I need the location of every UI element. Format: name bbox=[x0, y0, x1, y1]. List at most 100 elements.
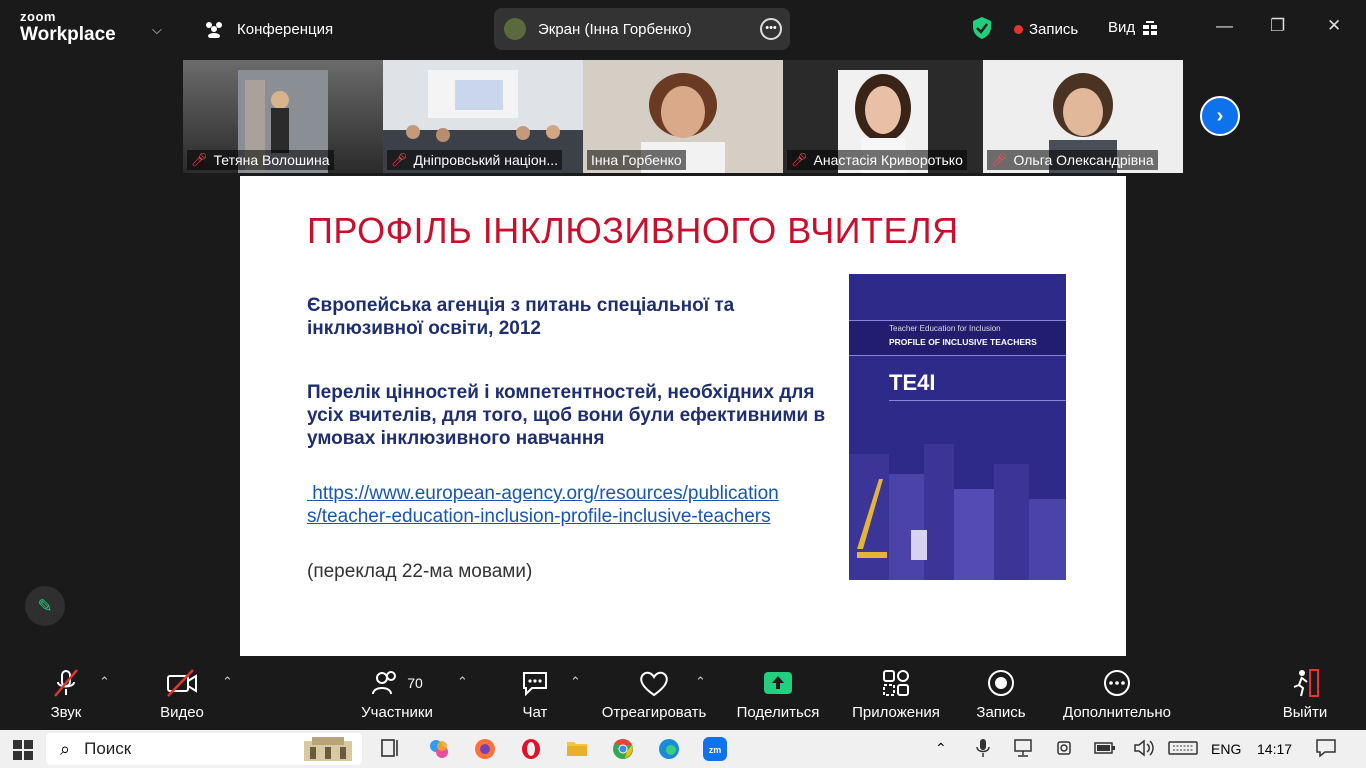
participants-options-chevron-icon[interactable]: ⌃ bbox=[457, 674, 468, 690]
firefox-icon[interactable] bbox=[474, 738, 496, 765]
record-icon bbox=[972, 666, 1030, 700]
leave-icon bbox=[1280, 666, 1330, 700]
slide-link-text[interactable]: https://www.european-agency.org/resource… bbox=[307, 483, 779, 527]
conference-info-button[interactable]: Конференция bbox=[203, 20, 333, 38]
participant-name: Тетяна Волошина bbox=[213, 152, 330, 168]
record-label: Запись bbox=[1029, 21, 1079, 38]
svg-text:zm: zm bbox=[709, 745, 722, 755]
leave-button[interactable]: Выйти bbox=[1280, 666, 1330, 721]
video-off-icon bbox=[152, 666, 212, 700]
participants-button[interactable]: 70 Участники bbox=[357, 666, 437, 721]
video-options-chevron-icon[interactable]: ⌃ bbox=[222, 674, 233, 690]
slide-paragraph-competences: Перелік цінностей і компетентностей, нео… bbox=[307, 382, 826, 449]
close-icon[interactable]: ✕ bbox=[1327, 16, 1341, 36]
language-indicator[interactable]: ENG bbox=[1211, 741, 1241, 757]
participant-name-tag: Інна Горбенко bbox=[587, 150, 686, 170]
react-options-chevron-icon[interactable]: ⌃ bbox=[695, 674, 706, 690]
battery-tray-icon[interactable] bbox=[1094, 738, 1116, 763]
participant-tile[interactable]: 🎤︎ Анастасія Криворотько bbox=[783, 60, 983, 173]
video-button[interactable]: Видео bbox=[152, 666, 212, 721]
muted-mic-icon: 🎤︎ bbox=[191, 152, 208, 167]
cover-graphic bbox=[849, 444, 1066, 580]
notifications-icon[interactable] bbox=[1315, 738, 1337, 763]
participant-tile[interactable]: 🎤︎ Тетяна Волошина bbox=[183, 60, 383, 173]
network-tray-icon[interactable] bbox=[1013, 738, 1035, 763]
next-page-chevron-icon[interactable]: › bbox=[1200, 96, 1240, 136]
copilot-icon[interactable] bbox=[428, 738, 450, 765]
camera-tray-icon[interactable] bbox=[1055, 738, 1075, 763]
participant-tile[interactable]: 🎤︎ Ольга Олександрівна bbox=[983, 60, 1183, 173]
zoom-logo: zoom Workplace bbox=[20, 10, 116, 44]
top-bar: zoom Workplace ⌵ Конференция Экран (Інна… bbox=[0, 0, 1366, 58]
search-highlight-icon bbox=[304, 737, 352, 761]
more-icon bbox=[1060, 666, 1174, 700]
participants-count: 70 bbox=[407, 675, 423, 691]
chrome-icon[interactable] bbox=[612, 738, 634, 765]
taskbar-search[interactable]: ⌕ Поиск bbox=[46, 733, 362, 765]
apps-button[interactable]: Приложения bbox=[848, 666, 944, 721]
react-label: Отреагировать bbox=[601, 704, 707, 721]
annotate-pencil-icon[interactable]: ✎ bbox=[25, 586, 65, 626]
chat-button[interactable]: Чат bbox=[513, 666, 557, 721]
search-placeholder: Поиск bbox=[84, 739, 132, 758]
view-button[interactable]: Вид bbox=[1108, 19, 1158, 36]
tray-expand-chevron-icon[interactable]: ⌃ bbox=[935, 740, 947, 757]
audio-options-chevron-icon[interactable]: ⌃ bbox=[99, 674, 110, 690]
record-toolbar-label: Запись bbox=[976, 704, 1026, 721]
share-button[interactable]: Поделиться bbox=[735, 666, 821, 721]
meeting-toolbar: Звук ⌃ Видео ⌃ 70 Участники ⌃ Чат ⌃ Отре… bbox=[0, 656, 1366, 730]
participant-strip: 🎤︎ Тетяна Волошина 🎤︎ Дніпровський націо… bbox=[183, 60, 1183, 173]
more-label: Дополнительно bbox=[1063, 704, 1171, 721]
participant-name-tag: 🎤︎ Тетяна Волошина bbox=[187, 150, 334, 170]
audio-label: Звук bbox=[50, 704, 82, 721]
heart-icon bbox=[600, 666, 708, 700]
recording-indicator[interactable]: Запись bbox=[1014, 21, 1078, 38]
book-cover-image: Teacher Education for Inclusion PROFILE … bbox=[849, 274, 1066, 580]
microphone-tray-icon[interactable] bbox=[976, 738, 990, 763]
muted-mic-icon: 🎤︎ bbox=[991, 152, 1008, 167]
muted-mic-icon bbox=[38, 666, 94, 700]
clock[interactable]: 14:17 bbox=[1257, 741, 1292, 757]
windows-taskbar: ⌕ Поиск zm ⌃ ENG 14:17 bbox=[0, 730, 1366, 768]
opera-icon[interactable] bbox=[520, 738, 542, 765]
search-icon: ⌕ bbox=[60, 738, 71, 759]
conference-label: Конференция bbox=[237, 20, 334, 38]
app-menu-chevron-icon[interactable]: ⌵ bbox=[152, 22, 162, 38]
sharer-avatar bbox=[504, 18, 526, 40]
windows-start-icon[interactable] bbox=[13, 740, 33, 765]
share-label: Поделиться bbox=[736, 704, 820, 721]
slide-note: (переклад 22-ма мовами) bbox=[307, 561, 533, 582]
participant-tile-active[interactable]: Інна Горбенко bbox=[583, 60, 783, 173]
security-shield-icon[interactable] bbox=[972, 16, 992, 45]
chat-options-chevron-icon[interactable]: ⌃ bbox=[570, 674, 581, 690]
people-icon bbox=[206, 22, 222, 38]
apps-icon bbox=[848, 666, 944, 700]
slide-link[interactable]: https://www.european-agency.org/resource… bbox=[307, 482, 787, 528]
volume-tray-icon[interactable] bbox=[1133, 738, 1155, 763]
file-explorer-icon[interactable] bbox=[566, 738, 588, 763]
restore-icon[interactable]: ❐ bbox=[1270, 16, 1285, 36]
more-button[interactable]: Дополнительно bbox=[1060, 666, 1174, 721]
keyboard-tray-icon[interactable] bbox=[1168, 738, 1198, 763]
more-options-icon[interactable]: ••• bbox=[760, 18, 782, 40]
participant-tile[interactable]: 🎤︎ Дніпровський націон... bbox=[383, 60, 583, 173]
slide-title: ПРОФІЛЬ ІНКЛЮЗИВНОГО ВЧИТЕЛЯ bbox=[307, 210, 959, 251]
participant-name-tag: 🎤︎ Дніпровський націон... bbox=[387, 150, 563, 170]
react-button[interactable]: Отреагировать bbox=[600, 666, 708, 721]
participants-label: Участники bbox=[361, 704, 433, 721]
record-button[interactable]: Запись bbox=[972, 666, 1030, 721]
zoom-app-icon[interactable]: zm bbox=[703, 737, 727, 766]
screen-share-pill[interactable]: Экран (Інна Горбенко) ••• bbox=[494, 8, 790, 50]
record-dot-icon bbox=[1014, 25, 1023, 34]
chat-icon bbox=[513, 666, 557, 700]
task-view-icon[interactable] bbox=[381, 738, 401, 763]
logo-line1: zoom bbox=[20, 9, 56, 24]
audio-button[interactable]: Звук bbox=[38, 666, 94, 721]
edge-icon[interactable] bbox=[658, 738, 680, 765]
participant-name-tag: 🎤︎ Анастасія Криворотько bbox=[787, 150, 967, 170]
grid-icon bbox=[1143, 20, 1158, 35]
chat-label: Чат bbox=[522, 704, 548, 721]
participant-name-tag: 🎤︎ Ольга Олександрівна bbox=[987, 150, 1158, 170]
minimize-icon[interactable]: — bbox=[1216, 16, 1233, 36]
apps-label: Приложения bbox=[852, 704, 940, 721]
